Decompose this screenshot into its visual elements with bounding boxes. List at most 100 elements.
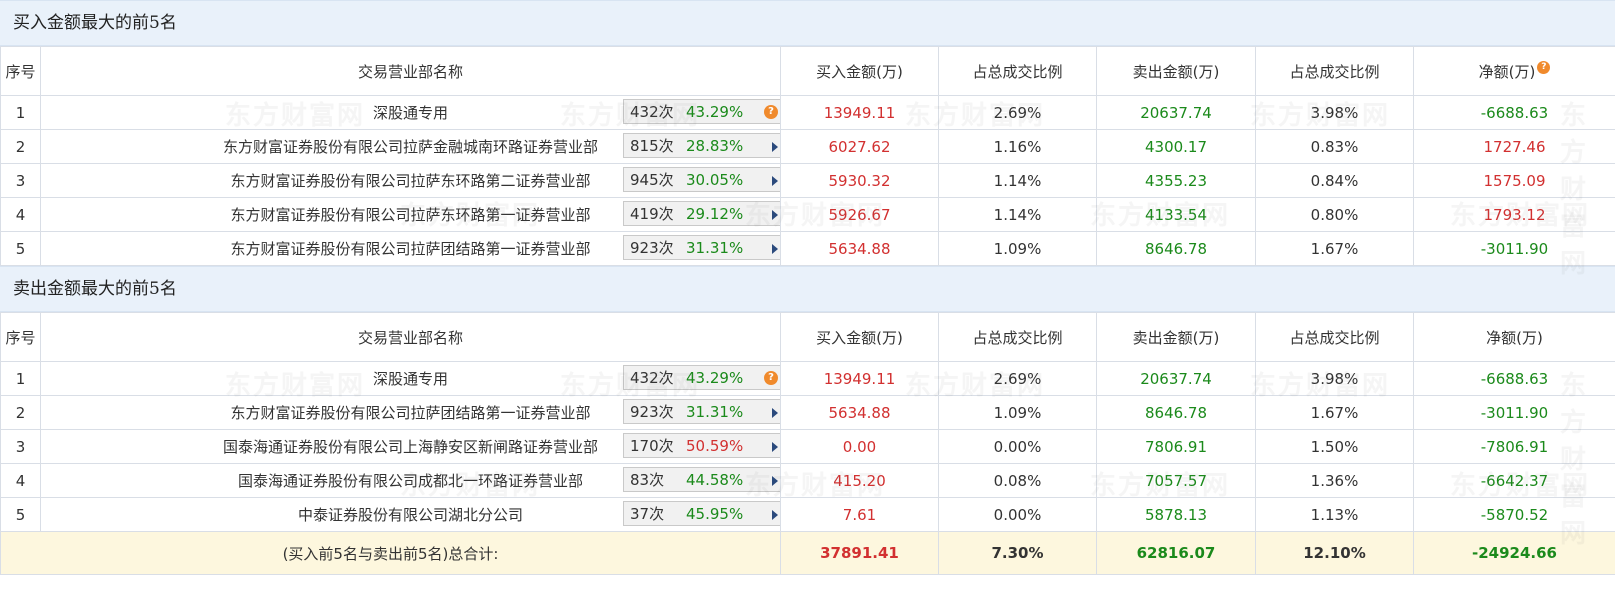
net-amount: 1727.46 xyxy=(1413,129,1615,164)
sell-amount: 4133.54 xyxy=(1096,197,1256,232)
buy-amount: 7.61 xyxy=(780,497,939,532)
branch-cell: 东方财富证券股份有限公司拉萨团结路第一证券营业部 923次 31.31% xyxy=(40,395,781,430)
sell-amount: 7806.91 xyxy=(1096,429,1256,464)
branch-stats-button[interactable]: 419次 29.12% xyxy=(623,201,780,226)
expand-arrow-icon[interactable] xyxy=(772,244,778,254)
branch-name-link[interactable]: 国泰海通证券股份有限公司上海静安区新闸路证券营业部 xyxy=(223,438,598,456)
branch-stats-button[interactable]: 432次 43.29%? xyxy=(623,99,780,124)
branch-name-link[interactable]: 东方财富证券股份有限公司拉萨金融城南环路证券营业部 xyxy=(223,138,598,156)
total-row: (买入前5名与卖出前5名)总合计: 37891.41 7.30% 62816.0… xyxy=(0,531,1615,575)
net-amount: -3011.90 xyxy=(1413,231,1615,266)
expand-arrow-icon[interactable] xyxy=(772,510,778,520)
expand-arrow-icon[interactable] xyxy=(772,210,778,220)
branch-name-link[interactable]: 东方财富证券股份有限公司拉萨东环路第一证券营业部 xyxy=(230,206,590,224)
net-amount: -3011.90 xyxy=(1413,395,1615,430)
table-row: 2 东方财富证券股份有限公司拉萨团结路第一证券营业部 923次 31.31% 5634.… xyxy=(0,395,1615,430)
branch-cell: 深股通专用 432次 43.29%? xyxy=(40,95,781,130)
sell-amount: 5878.13 xyxy=(1096,497,1256,532)
help-icon[interactable]: ? xyxy=(764,371,778,385)
col-header-sell[interactable]: 卖出金额(万) xyxy=(1096,46,1256,96)
expand-arrow-icon[interactable] xyxy=(772,176,778,186)
branch-stats-button[interactable]: 170次 50.59% xyxy=(623,433,780,458)
branch-cell: 东方财富证券股份有限公司拉萨东环路第一证券营业部 419次 29.12% xyxy=(40,197,781,232)
buy-ratio: 1.14% xyxy=(938,163,1097,198)
branch-stats-button[interactable]: 432次 43.29%? xyxy=(623,365,780,390)
col-header-index: 序号 xyxy=(0,312,41,362)
branch-stats-button[interactable]: 83次 44.58% xyxy=(623,467,780,492)
row-index: 5 xyxy=(0,497,41,532)
buy-ratio: 1.09% xyxy=(938,231,1097,266)
branch-win-rate: 50.59% xyxy=(686,437,744,455)
branch-times: 83次 xyxy=(630,471,665,489)
buy-amount: 5634.88 xyxy=(780,395,939,430)
sell-top5-table: 序号 交易营业部名称 买入金额(万) 占总成交比例 卖出金额(万) 占总成交比例… xyxy=(0,312,1615,575)
branch-times: 432次 xyxy=(630,369,674,387)
branch-name-link[interactable]: 中泰证券股份有限公司湖北分公司 xyxy=(298,506,523,524)
branch-win-rate: 44.58% xyxy=(686,471,744,489)
sell-ratio: 3.98% xyxy=(1255,95,1414,130)
row-index: 2 xyxy=(0,129,41,164)
row-index: 3 xyxy=(0,163,41,198)
table-row: 4 国泰海通证券股份有限公司成都北一环路证券营业部 83次 44.58% 415.20 0… xyxy=(0,463,1615,498)
buy-ratio: 0.08% xyxy=(938,463,1097,498)
col-header-buy[interactable]: 买入金额(万) xyxy=(780,46,939,96)
buy-amount: 5926.67 xyxy=(780,197,939,232)
branch-name-link[interactable]: 东方财富证券股份有限公司拉萨团结路第一证券营业部 xyxy=(230,240,590,258)
table-row: 1 深股通专用 432次 43.29%? 13949.11 2.69% 20637.74 3.… xyxy=(0,361,1615,396)
branch-name-link[interactable]: 东方财富证券股份有限公司拉萨东环路第二证券营业部 xyxy=(230,172,590,190)
branch-stats-button[interactable]: 923次 31.31% xyxy=(623,399,780,424)
sell-ratio: 0.80% xyxy=(1255,197,1414,232)
branch-times: 923次 xyxy=(630,239,674,257)
branch-cell: 国泰海通证券股份有限公司成都北一环路证券营业部 83次 44.58% xyxy=(40,463,781,498)
branch-stats-button[interactable]: 37次 45.95% xyxy=(623,501,780,526)
branch-stats-button[interactable]: 945次 30.05% xyxy=(623,167,780,192)
branch-stats-button[interactable]: 923次 31.31% xyxy=(623,235,780,260)
branch-cell: 深股通专用 432次 43.29%? xyxy=(40,361,781,396)
table-row: 4 东方财富证券股份有限公司拉萨东环路第一证券营业部 419次 29.12% 5926.… xyxy=(0,197,1615,232)
sell-ratio: 1.13% xyxy=(1255,497,1414,532)
buy-ratio: 1.16% xyxy=(938,129,1097,164)
table-row: 3 国泰海通证券股份有限公司上海静安区新闸路证券营业部 170次 50.59% 0.00… xyxy=(0,429,1615,464)
branch-times: 815次 xyxy=(630,137,674,155)
branch-name-link[interactable]: 深股通专用 xyxy=(373,104,448,122)
col-header-sell-ratio[interactable]: 占总成交比例 xyxy=(1255,312,1414,362)
branch-cell: 东方财富证券股份有限公司拉萨团结路第一证券营业部 923次 31.31% xyxy=(40,231,781,266)
col-header-net[interactable]: 净额(万)? xyxy=(1413,46,1615,96)
branch-cell: 中泰证券股份有限公司湖北分公司 37次 45.95% xyxy=(40,497,781,532)
expand-arrow-icon[interactable] xyxy=(772,142,778,152)
col-header-buy[interactable]: 买入金额(万) xyxy=(780,312,939,362)
sell-amount: 4300.17 xyxy=(1096,129,1256,164)
col-header-net[interactable]: 净额(万) xyxy=(1413,312,1615,362)
help-icon[interactable]: ? xyxy=(764,105,778,119)
expand-arrow-icon[interactable] xyxy=(772,442,778,452)
row-index: 2 xyxy=(0,395,41,430)
branch-cell: 国泰海通证券股份有限公司上海静安区新闸路证券营业部 170次 50.59% xyxy=(40,429,781,464)
expand-arrow-icon[interactable] xyxy=(772,476,778,486)
branch-stats-button[interactable]: 815次 28.83% xyxy=(623,133,780,158)
branch-name-link[interactable]: 国泰海通证券股份有限公司成都北一环路证券营业部 xyxy=(238,472,583,490)
buy-ratio: 2.69% xyxy=(938,95,1097,130)
sell-section-title: 卖出金额最大的前5名 xyxy=(0,266,1615,312)
buy-amount: 13949.11 xyxy=(780,361,939,396)
branch-win-rate: 45.95% xyxy=(686,505,744,523)
col-header-branch: 交易营业部名称 xyxy=(40,312,781,362)
col-header-sell-ratio[interactable]: 占总成交比例 xyxy=(1255,46,1414,96)
net-amount: 1575.09 xyxy=(1413,163,1615,198)
branch-name-link[interactable]: 东方财富证券股份有限公司拉萨团结路第一证券营业部 xyxy=(230,404,590,422)
net-amount: -5870.52 xyxy=(1413,497,1615,532)
branch-win-rate: 31.31% xyxy=(686,403,744,421)
total-buy-ratio: 7.30% xyxy=(938,531,1097,575)
branch-win-rate: 43.29% xyxy=(686,369,744,387)
branch-times: 945次 xyxy=(630,171,674,189)
col-header-buy-ratio[interactable]: 占总成交比例 xyxy=(938,312,1097,362)
net-amount: -6688.63 xyxy=(1413,95,1615,130)
table-row: 2 东方财富证券股份有限公司拉萨金融城南环路证券营业部 815次 28.83% 6027… xyxy=(0,129,1615,164)
buy-amount: 13949.11 xyxy=(780,95,939,130)
expand-arrow-icon[interactable] xyxy=(772,408,778,418)
branch-name-link[interactable]: 深股通专用 xyxy=(373,370,448,388)
sell-amount: 8646.78 xyxy=(1096,395,1256,430)
col-header-buy-ratio[interactable]: 占总成交比例 xyxy=(938,46,1097,96)
total-net: -24924.66 xyxy=(1413,531,1615,575)
help-icon[interactable]: ? xyxy=(1537,60,1551,74)
col-header-sell[interactable]: 卖出金额(万) xyxy=(1096,312,1256,362)
